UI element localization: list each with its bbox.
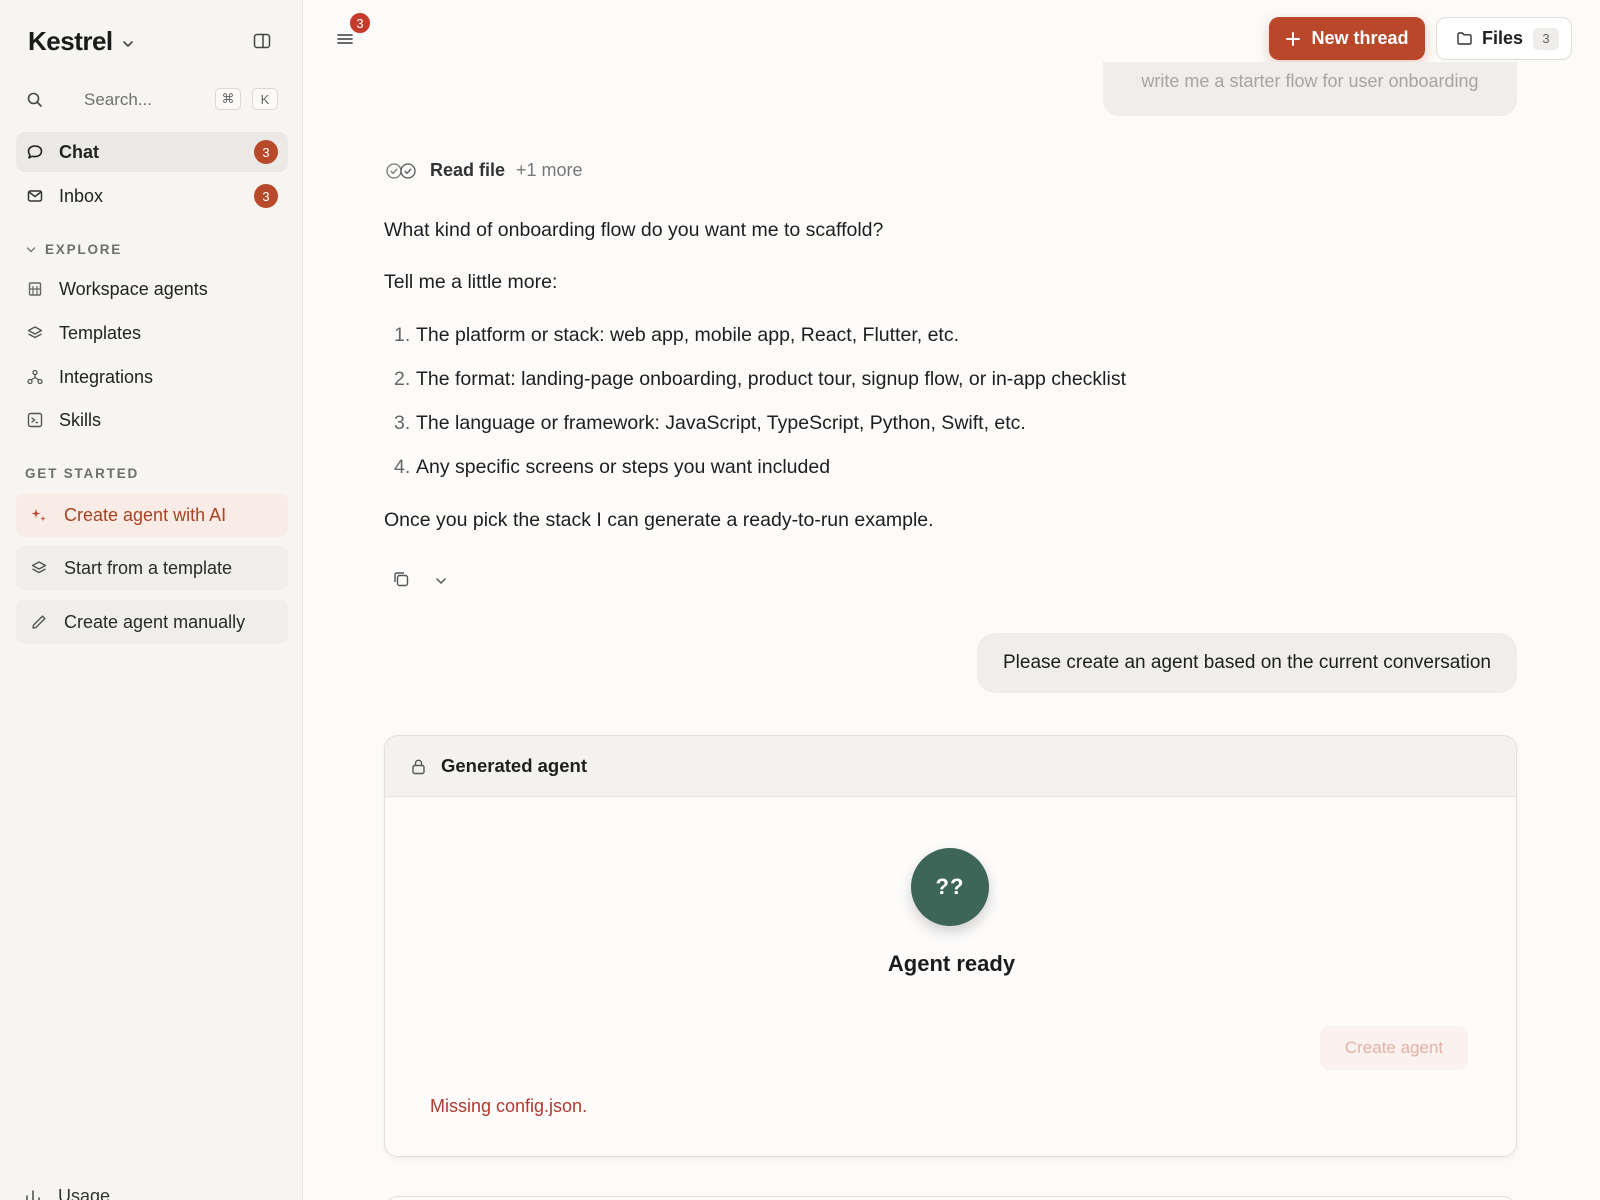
agent-status: Agent ready bbox=[887, 951, 1016, 976]
sidebar-item-label: Templates bbox=[59, 322, 142, 343]
shortcut-mod-key: ⌘ bbox=[215, 88, 241, 110]
sidebar-item-inbox[interactable]: Inbox 3 bbox=[16, 176, 288, 216]
sparkle-icon bbox=[31, 509, 46, 522]
start-from-template-button[interactable]: Start from a template bbox=[16, 546, 288, 590]
sidebar-item-workspace-agents[interactable]: Workspace agents bbox=[16, 269, 288, 309]
message-paragraph: What kind of onboarding flow do you want… bbox=[384, 219, 884, 241]
sidebar-item-label: Inbox bbox=[59, 185, 104, 206]
chat-main: 3 New thread Files 3 write me a starter … bbox=[304, 0, 1600, 1200]
message-text: write me a starter flow for user onboard… bbox=[1141, 70, 1479, 91]
message-paragraph: Once you pick the stack I can generate a… bbox=[384, 509, 934, 531]
button-label: Create agent with AI bbox=[64, 504, 227, 525]
list-text: The format: landing-page onboarding, pro… bbox=[416, 368, 1127, 390]
list-item: 1. The platform or stack: web app, mobile… bbox=[394, 324, 959, 347]
create-agent-ai-button[interactable]: Create agent with AI bbox=[16, 493, 288, 537]
layers-icon bbox=[27, 326, 43, 339]
section-explore[interactable]: EXPLORE bbox=[25, 242, 122, 257]
button-label: Start from a template bbox=[64, 557, 233, 578]
shortcut-k-key: K bbox=[252, 88, 278, 110]
tool-more-count: +1 more bbox=[516, 160, 583, 180]
notification-badge: 3 bbox=[348, 11, 372, 35]
layers-icon bbox=[31, 561, 47, 574]
new-thread-button[interactable]: New thread bbox=[1269, 17, 1425, 60]
files-count-badge: 3 bbox=[1533, 27, 1560, 50]
chevron-down-icon bbox=[122, 40, 133, 47]
list-item: 4. Any specific screens or steps you want… bbox=[394, 456, 830, 479]
workspace-switcher[interactable]: Kestrel bbox=[28, 26, 135, 57]
list-number: 4. bbox=[394, 456, 411, 478]
sidebar-item-label: Workspace agents bbox=[59, 278, 208, 299]
search-bar[interactable]: ⌘ K bbox=[16, 84, 288, 116]
list-text: The language or framework: JavaScript, T… bbox=[416, 412, 1026, 434]
tool-activity[interactable]: Read file +1 more bbox=[384, 160, 583, 181]
lock-icon bbox=[412, 759, 425, 774]
error-message: Missing config.json. bbox=[430, 1096, 588, 1116]
chat-bubble-icon bbox=[27, 145, 43, 159]
unread-badge: 3 bbox=[254, 184, 278, 208]
sidebar-item-usage[interactable]: Usage bbox=[24, 1186, 110, 1200]
list-number: 2. bbox=[394, 368, 411, 390]
list-number: 1. bbox=[394, 324, 411, 346]
files-button[interactable]: Files 3 bbox=[1436, 17, 1572, 60]
double-check-icon bbox=[386, 162, 416, 179]
unread-badge: 3 bbox=[254, 140, 278, 164]
section-get-started: GET STARTED bbox=[25, 466, 139, 481]
copy-icon[interactable] bbox=[392, 570, 410, 588]
list-item: 2. The format: landing-page onboarding, p… bbox=[394, 368, 1126, 391]
message-paragraph: Tell me a little more: bbox=[384, 271, 558, 293]
user-message-bubble: Please create an agent based on the curr… bbox=[977, 633, 1517, 693]
user-message-bubble: write me a starter flow for user onboard… bbox=[1103, 62, 1517, 116]
card-header: Generated agent bbox=[385, 736, 1516, 797]
sidebar-toggle-icon[interactable] bbox=[252, 31, 272, 51]
terminal-icon bbox=[27, 412, 43, 428]
sidebar-item-integrations[interactable]: Integrations bbox=[16, 357, 288, 397]
sidebar-item-chat[interactable]: Chat 3 bbox=[16, 132, 288, 172]
chevron-down-icon[interactable] bbox=[434, 574, 448, 588]
chart-icon bbox=[26, 1189, 40, 1200]
sidebar-item-label: Integrations bbox=[59, 366, 154, 387]
section-heading: GET STARTED bbox=[25, 466, 140, 481]
create-agent-button[interactable]: Create agent bbox=[1320, 1026, 1468, 1070]
sidebar-item-label: Usage bbox=[58, 1186, 111, 1200]
button-label: New thread bbox=[1311, 28, 1409, 48]
button-label: Create agent manually bbox=[64, 611, 246, 632]
section-heading: EXPLORE bbox=[45, 242, 123, 257]
create-agent-manually-button[interactable]: Create agent manually bbox=[16, 600, 288, 644]
card-title: Generated agent bbox=[441, 755, 587, 776]
next-card-edge bbox=[384, 1196, 1517, 1200]
list-number: 3. bbox=[394, 412, 411, 434]
sidebar: Kestrel ⌘ K Chat 3 Inbox 3 EXPLORE Works… bbox=[0, 0, 303, 1200]
folder-icon bbox=[1457, 32, 1472, 45]
list-text: Any specific screens or steps you want i… bbox=[416, 456, 831, 478]
button-label: Files bbox=[1482, 28, 1524, 48]
brand-name: Kestrel bbox=[28, 26, 113, 56]
generated-agent-card: Generated agent ?? Agent ready Create ag… bbox=[384, 735, 1517, 1157]
search-input[interactable] bbox=[84, 90, 204, 110]
message-text: Please create an agent based on the curr… bbox=[1003, 652, 1491, 673]
sidebar-item-templates[interactable]: Templates bbox=[16, 313, 288, 353]
sidebar-item-skills[interactable]: Skills bbox=[16, 400, 288, 440]
building-icon bbox=[28, 282, 42, 296]
tool-name: Read file bbox=[430, 160, 506, 180]
nodes-icon bbox=[27, 369, 43, 385]
list-item: 3. The language or framework: JavaScript,… bbox=[394, 412, 1026, 435]
mail-icon bbox=[27, 190, 43, 202]
plus-icon bbox=[1286, 31, 1301, 46]
sidebar-item-label: Skills bbox=[59, 409, 102, 430]
pencil-icon bbox=[32, 615, 46, 629]
list-text: The platform or stack: web app, mobile a… bbox=[416, 324, 960, 346]
agent-avatar: ?? bbox=[911, 848, 989, 926]
search-icon bbox=[27, 92, 42, 107]
sidebar-item-label: Chat bbox=[59, 141, 99, 162]
chevron-down-icon bbox=[26, 246, 36, 252]
